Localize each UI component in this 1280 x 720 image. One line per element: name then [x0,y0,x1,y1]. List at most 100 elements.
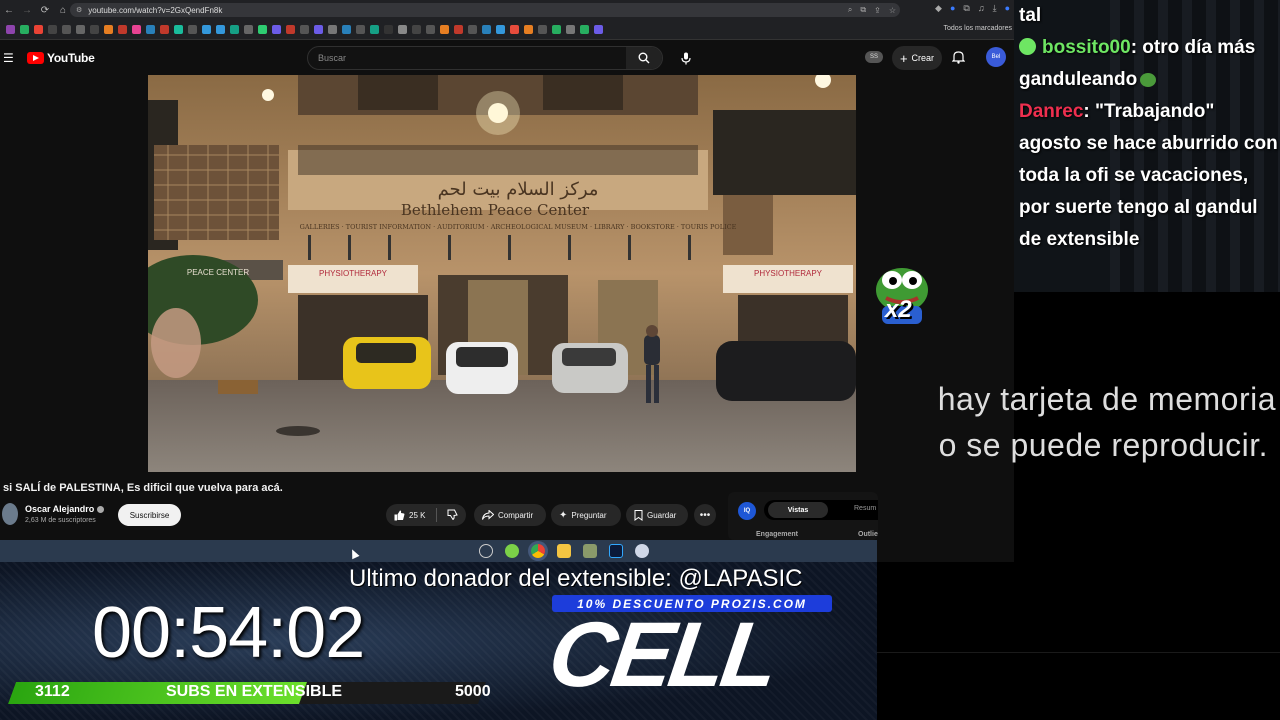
physiotherapy-sign-right: PHYSIOTHERAPY [754,269,823,278]
bookmark-icon[interactable] [496,25,505,34]
channel-avatar[interactable] [2,503,18,525]
bookmark-icon[interactable] [244,25,253,34]
extension-icon[interactable]: ● [950,3,955,14]
all-bookmarks-link[interactable]: Todos los marcadores [944,25,1012,32]
create-button[interactable]: + Crear [892,46,942,70]
subtitle-line-2: o se puede reproducir. [938,427,1268,463]
like-button[interactable]: 25 K [394,510,425,521]
search-input[interactable] [318,53,618,63]
bookmark-icon[interactable] [20,25,29,34]
extension-icon[interactable]: ◆ [935,3,942,14]
share-label: Compartir [498,510,534,520]
bookmark-icon[interactable] [132,25,141,34]
ss-badge[interactable]: SS [865,51,883,63]
vidiq-tab-views[interactable]: Vistas [768,502,828,518]
bookmark-icon[interactable] [328,25,337,34]
search-button[interactable] [626,47,662,69]
taskbar-app-icon[interactable] [634,544,649,558]
bookmark-icon[interactable] [398,25,407,34]
bookmark-icon[interactable] [258,25,267,34]
bookmark-icon[interactable] [118,25,127,34]
site-info-icon[interactable]: ⚙ [76,6,82,14]
bookmark-icon[interactable] [580,25,589,34]
bookmark-icon[interactable] [230,25,239,34]
bookmark-icon[interactable] [384,25,393,34]
bookmark-icon[interactable] [34,25,43,34]
bookmark-icon[interactable] [342,25,351,34]
bookmark-icon[interactable] [48,25,57,34]
bookmark-icon[interactable] [510,25,519,34]
download-icon[interactable]: ⤓ [993,3,997,14]
voice-search-button[interactable] [674,46,698,70]
bookmark-icon[interactable] [62,25,71,34]
share-page-icon[interactable]: ⇪ [874,6,881,15]
bookmark-icon[interactable] [272,25,281,34]
save-button[interactable]: Guardar [626,504,688,526]
bookmark-icon[interactable] [188,25,197,34]
bookmark-icon[interactable] [202,25,211,34]
channel-name-link[interactable]: Oscar Alejandro [25,504,105,514]
photoshop-icon[interactable] [608,544,623,558]
chrome-icon[interactable] [530,544,545,558]
zoom-icon[interactable]: ⌕ [848,5,852,15]
share-button[interactable]: Compartir [474,504,546,526]
taskbar-app-icon[interactable] [478,544,493,558]
bookmark-icon[interactable] [356,25,365,34]
taskbar-app-icon[interactable] [582,544,597,558]
media-icon[interactable]: ♫ [978,3,985,14]
bookmark-icon[interactable] [314,25,323,34]
vidiq-tab-summary[interactable]: Resum [854,505,876,512]
bookmark-icon[interactable] [216,25,225,34]
bookmark-icon[interactable] [468,25,477,34]
address-url: youtube.com/watch?v=2GxQendFn8k [88,5,223,15]
notifications-button[interactable] [951,50,966,69]
user-badge-icon [1019,38,1036,55]
profile-icon[interactable]: ● [1005,3,1010,14]
bookmark-icon[interactable] [160,25,169,34]
bookmark-icon[interactable] [300,25,309,34]
install-icon[interactable]: ⧉ [860,5,866,15]
menu-icon[interactable]: ☰ [3,51,14,65]
bookmark-icon[interactable] [146,25,155,34]
last-donor-text: Ultimo donador del extensible: @LAPASIC [349,565,803,592]
address-bar[interactable]: ⚙ youtube.com/watch?v=2GxQendFn8k ⌕ ⧉ ⇪ … [70,3,900,17]
bookmarks-bar: Todos los marcadores [0,20,1014,40]
folder-icon[interactable] [556,544,571,558]
ask-button[interactable]: ✦ Preguntar [551,504,621,526]
puzzle-icon[interactable]: ⧉ [963,3,969,14]
bookmark-icon[interactable] [482,25,491,34]
account-avatar[interactable]: Bel [986,47,1006,67]
bookmark-icon[interactable] [454,25,463,34]
bookmark-icon[interactable] [440,25,449,34]
reload-icon[interactable]: ⟳ [36,1,54,19]
forward-icon[interactable]: → [18,1,36,19]
bookmark-icon[interactable] [174,25,183,34]
bookmark-icon[interactable] [370,25,379,34]
bookmark-icon[interactable] [90,25,99,34]
subscribe-button[interactable]: Suscribirse [118,504,181,526]
dislike-button[interactable] [447,509,458,522]
video-frame: مركز السلام بيت لحم Bethlehem Peace Cent… [148,75,856,472]
bookmark-icon[interactable] [286,25,295,34]
bookmark-icon[interactable] [6,25,15,34]
video-player[interactable]: مركز السلام بيت لحم Bethlehem Peace Cent… [148,75,856,472]
taskbar [0,540,877,562]
youtube-logo[interactable]: YouTube [27,51,95,65]
bookmark-icon[interactable] [538,25,547,34]
thumbs-down-icon [447,509,458,520]
bookmark-icon[interactable] [104,25,113,34]
bookmark-icon[interactable] [594,25,603,34]
bookmark-icon[interactable] [524,25,533,34]
back-icon[interactable]: ← [0,1,18,19]
bookmark-icon[interactable] [566,25,575,34]
bookmark-star-icon[interactable]: ☆ [889,6,896,15]
bookmark-icon[interactable] [76,25,85,34]
chat-username: bossito00 [1042,37,1131,58]
bookmark-icon[interactable] [426,25,435,34]
bookmark-icon[interactable] [412,25,421,34]
taskbar-app-icon[interactable] [504,544,519,558]
bookmark-icon[interactable] [552,25,561,34]
vidiq-logo[interactable]: IQ [738,502,756,520]
more-actions-button[interactable]: ••• [694,504,716,526]
search-box [307,46,663,70]
